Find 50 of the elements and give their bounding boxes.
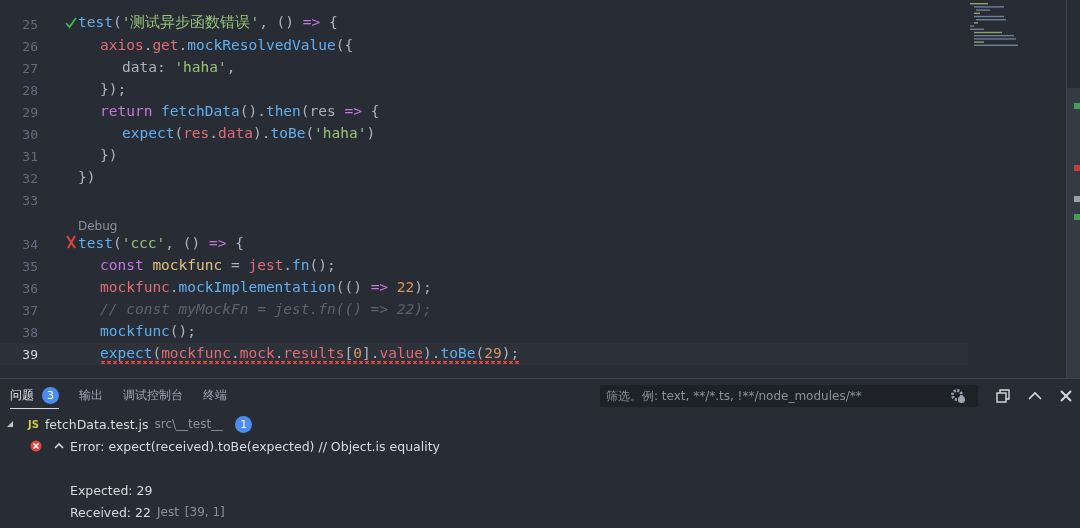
line-number: 38 <box>21 324 38 340</box>
panel-tab[interactable]: 输出 <box>79 383 103 409</box>
error-detail: Expected: 29 <box>70 482 153 498</box>
code-line: test('测试异步函数错误', () => { <box>78 13 338 32</box>
error-source: Jest <box>156 505 179 519</box>
line-number: 37 <box>21 302 38 318</box>
line-number: 34 <box>21 236 38 252</box>
line-number: 35 <box>21 258 38 274</box>
code-line: return fetchData().then(res => { <box>100 102 380 121</box>
collapse-all-icon[interactable] <box>996 389 1010 403</box>
code-line: mockfunc.mockImplementation(() => 22); <box>100 278 432 297</box>
code-line: axios.get.mockResolvedValue({ <box>100 36 354 55</box>
line-number: 31 <box>21 148 38 164</box>
line-number: 36 <box>21 280 38 296</box>
overview-ruler-drawing[interactable] <box>1066 0 1080 378</box>
js-file-icon: JS <box>28 418 39 430</box>
error-message: Error: expect(received).toBe(expected) // Object.is equality <box>70 438 440 454</box>
debug-link[interactable]: Debug <box>78 219 118 233</box>
caret-icon[interactable] <box>6 420 14 428</box>
code-line: }); <box>100 80 127 99</box>
code-line: expect(res.data).toBe('haha') <box>122 124 376 143</box>
code-line: data: 'haha', <box>122 58 236 77</box>
file-name: fetchData.test.js <box>44 416 149 432</box>
code-line: }) <box>78 168 96 187</box>
line-number: 25 <box>21 16 38 32</box>
code-line: const mockfunc = jest.fn(); <box>100 256 336 275</box>
panel-tab[interactable]: 问题 3 <box>10 383 59 409</box>
error-icon <box>30 440 42 452</box>
line-number: 32 <box>21 170 38 186</box>
panel-tab[interactable]: 终端 <box>203 383 227 409</box>
code-line: mockfunc(); <box>100 322 197 341</box>
count-badge: 3 <box>42 387 59 404</box>
line-number: 30 <box>21 126 38 142</box>
line-number: 33 <box>21 192 38 208</box>
line-number: 29 <box>21 104 38 120</box>
error-detail: Received: 22 <box>70 504 151 520</box>
code-line: // const myMockFn = jest.fn(() => 22); <box>100 300 432 319</box>
close-icon[interactable] <box>1060 390 1072 402</box>
count-badge: 1 <box>235 415 253 433</box>
panel-tab[interactable]: 调试控制台 <box>123 383 183 409</box>
line-number: 26 <box>21 38 38 54</box>
line-number: 39 <box>21 346 38 362</box>
code-line: test('ccc', () => { <box>78 234 244 253</box>
error-position: [39, 1] <box>184 505 225 519</box>
filter-field[interactable]: 筛选。例: text, **/*.ts, !**/node_modules/** <box>600 385 978 407</box>
file-path: src\__test__ <box>154 417 224 431</box>
line-number: 27 <box>21 60 38 76</box>
chevron-icon[interactable] <box>54 441 64 451</box>
code-line: }) <box>100 146 118 165</box>
line-number: 28 <box>21 82 38 98</box>
